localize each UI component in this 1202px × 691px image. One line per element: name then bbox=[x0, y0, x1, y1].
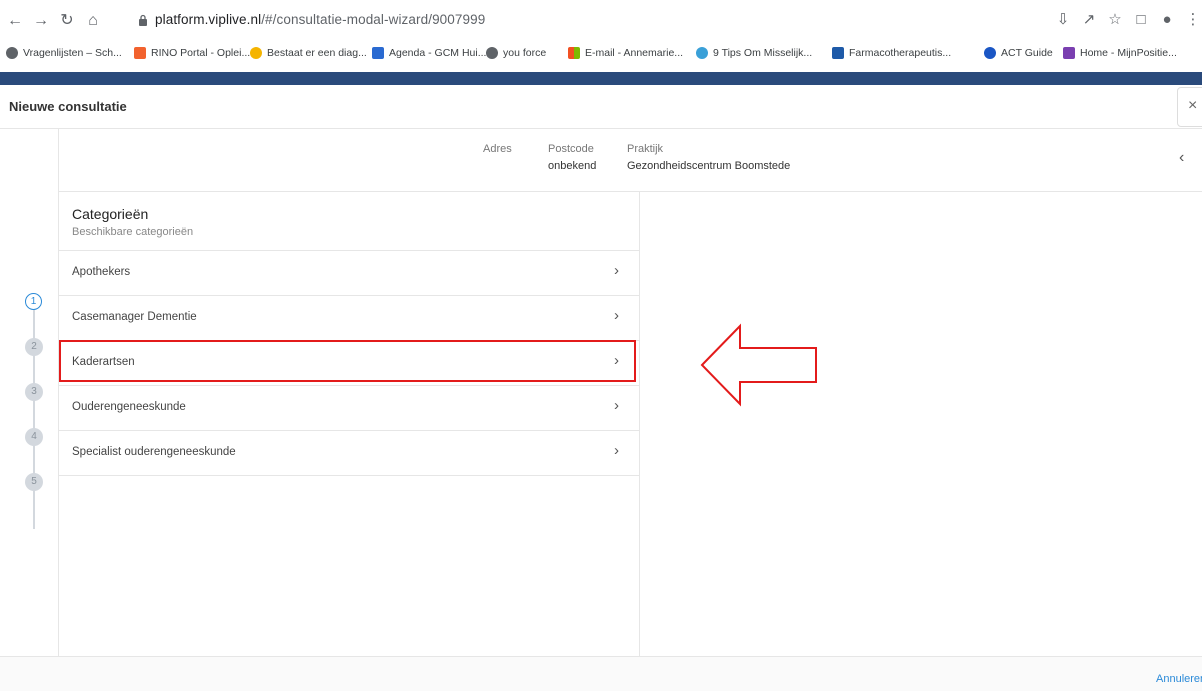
categories-header: Categorieën Beschikbare categorieën bbox=[59, 191, 639, 251]
url-path: /#/consultatie-modal-wizard/9007999 bbox=[261, 12, 486, 27]
url-host: platform.viplive.nl bbox=[155, 12, 262, 27]
wizard-stepper: 1 2 3 4 5 bbox=[0, 129, 59, 656]
bookmark-favicon-icon bbox=[1063, 47, 1075, 59]
categories-title: Categorieën bbox=[72, 206, 149, 222]
bookmark-favicon-icon bbox=[134, 47, 146, 59]
address-bar[interactable]: platform.viplive.nl/#/consultatie-modal-… bbox=[155, 12, 485, 27]
bookmarks-bar: Vragenlijsten – Sch... RINO Portal - Opl… bbox=[0, 44, 1202, 66]
category-item-ouderengeneeskunde[interactable]: Ouderengeneeskunde › bbox=[59, 386, 639, 431]
home-icon[interactable]: ⌂ bbox=[84, 12, 102, 30]
back-icon[interactable]: ← bbox=[6, 12, 24, 30]
category-item-apothekers[interactable]: Apothekers › bbox=[59, 251, 639, 296]
bookmark-label: Vragenlijsten – Sch... bbox=[23, 47, 122, 59]
bookmark-favicon-icon bbox=[984, 47, 996, 59]
category-label: Specialist ouderengeneeskunde bbox=[72, 446, 236, 458]
bookmark-label: RINO Portal - Oplei... bbox=[151, 47, 251, 59]
bookmark-item[interactable]: RINO Portal - Oplei... bbox=[134, 47, 250, 59]
modal-footer: Annuleren bbox=[0, 656, 1202, 691]
adres-label: Adres bbox=[483, 143, 512, 155]
bookmark-item[interactable]: Home - MijnPositie... bbox=[1063, 47, 1177, 59]
patient-info-bar: Adres Postcode onbekend Praktijk Gezondh… bbox=[59, 129, 1202, 192]
bookmark-label: you force bbox=[503, 47, 547, 59]
modal-title: Nieuwe consultatie bbox=[9, 99, 127, 114]
category-label: Apothekers bbox=[72, 266, 131, 278]
bookmark-label: 9 Tips Om Misselijk... bbox=[713, 47, 813, 59]
bookmark-favicon-icon bbox=[568, 47, 580, 59]
category-label: Casemanager Dementie bbox=[72, 311, 197, 323]
bookmark-item[interactable]: Agenda - GCM Hui... bbox=[372, 47, 486, 59]
bookmark-label: Bestaat er een diag... bbox=[267, 47, 367, 59]
chevron-right-icon: › bbox=[614, 262, 619, 279]
categories-subtitle: Beschikbare categorieën bbox=[72, 226, 194, 238]
bookmark-favicon-icon bbox=[696, 47, 708, 59]
bookmark-label: E-mail - Annemarie... bbox=[585, 47, 684, 59]
bookmark-label: Farmacotherapeutis... bbox=[849, 47, 952, 59]
postcode-label: Postcode bbox=[548, 143, 594, 155]
bookmark-favicon-icon bbox=[372, 47, 384, 59]
modal-header: Nieuwe consultatie × bbox=[0, 85, 1202, 129]
consultation-modal: Nieuwe consultatie × 1 2 3 4 5 Adres Pos… bbox=[0, 85, 1202, 691]
bookmark-favicon-icon bbox=[832, 47, 844, 59]
bookmark-label: Agenda - GCM Hui... bbox=[389, 47, 487, 59]
bookmark-label: Home - MijnPositie... bbox=[1080, 47, 1177, 59]
install-icon[interactable]: ⇩ bbox=[1054, 11, 1072, 29]
chevron-right-icon: › bbox=[614, 397, 619, 414]
bookmark-item[interactable]: ACT Guide bbox=[984, 47, 1053, 59]
praktijk-label: Praktijk bbox=[627, 143, 664, 155]
praktijk-value: Gezondheidscentrum Boomstede bbox=[627, 160, 791, 172]
bookmark-item[interactable]: Vragenlijsten – Sch... bbox=[6, 47, 122, 59]
annotation-highlight-box bbox=[59, 340, 636, 382]
step-5[interactable]: 5 bbox=[25, 473, 43, 491]
bookmark-item[interactable]: you force bbox=[486, 47, 546, 59]
step-3[interactable]: 3 bbox=[25, 383, 43, 401]
star-icon[interactable]: ☆ bbox=[1106, 11, 1124, 29]
profile-icon[interactable]: ● bbox=[1158, 11, 1176, 29]
bookmark-item[interactable]: Bestaat er een diag... bbox=[250, 47, 367, 59]
forward-icon[interactable]: → bbox=[32, 12, 50, 30]
chevron-right-icon: › bbox=[614, 307, 619, 324]
bookmark-label: ACT Guide bbox=[1001, 47, 1053, 59]
bookmark-favicon-icon bbox=[250, 47, 262, 59]
browser-toolbar: ← → ↻ ⌂ platform.viplive.nl/#/consultati… bbox=[0, 0, 1202, 44]
categories-panel: Categorieën Beschikbare categorieën Apot… bbox=[59, 191, 640, 656]
chevron-left-icon[interactable]: ‹ bbox=[1179, 149, 1184, 167]
bookmark-item[interactable]: Farmacotherapeutis... bbox=[832, 47, 951, 59]
close-button[interactable]: × bbox=[1177, 87, 1202, 127]
category-item-specialist-ouderengeneeskunde[interactable]: Specialist ouderengeneeskunde › bbox=[59, 431, 639, 476]
step-1[interactable]: 1 bbox=[25, 293, 42, 310]
step-4[interactable]: 4 bbox=[25, 428, 43, 446]
category-label: Ouderengeneeskunde bbox=[72, 401, 186, 413]
bookmark-favicon-icon bbox=[6, 47, 18, 59]
lock-icon bbox=[139, 14, 147, 26]
menu-icon[interactable]: ⋮ bbox=[1184, 11, 1202, 29]
annotation-arrow-left-icon bbox=[700, 323, 817, 407]
sidepanel-icon[interactable]: □ bbox=[1132, 11, 1150, 29]
reload-icon[interactable]: ↻ bbox=[58, 12, 76, 30]
share-icon[interactable]: ↗ bbox=[1080, 11, 1098, 29]
cancel-button[interactable]: Annuleren bbox=[1156, 673, 1202, 685]
postcode-value: onbekend bbox=[548, 160, 597, 172]
category-item-casemanager-dementie[interactable]: Casemanager Dementie › bbox=[59, 296, 639, 341]
chevron-right-icon: › bbox=[614, 442, 619, 459]
bookmark-favicon-icon bbox=[486, 47, 498, 59]
step-2[interactable]: 2 bbox=[25, 338, 43, 356]
app-topbar bbox=[0, 72, 1202, 85]
close-icon: × bbox=[1188, 97, 1198, 114]
bookmark-item[interactable]: 9 Tips Om Misselijk... bbox=[696, 47, 812, 59]
bookmark-item[interactable]: E-mail - Annemarie... bbox=[568, 47, 683, 59]
